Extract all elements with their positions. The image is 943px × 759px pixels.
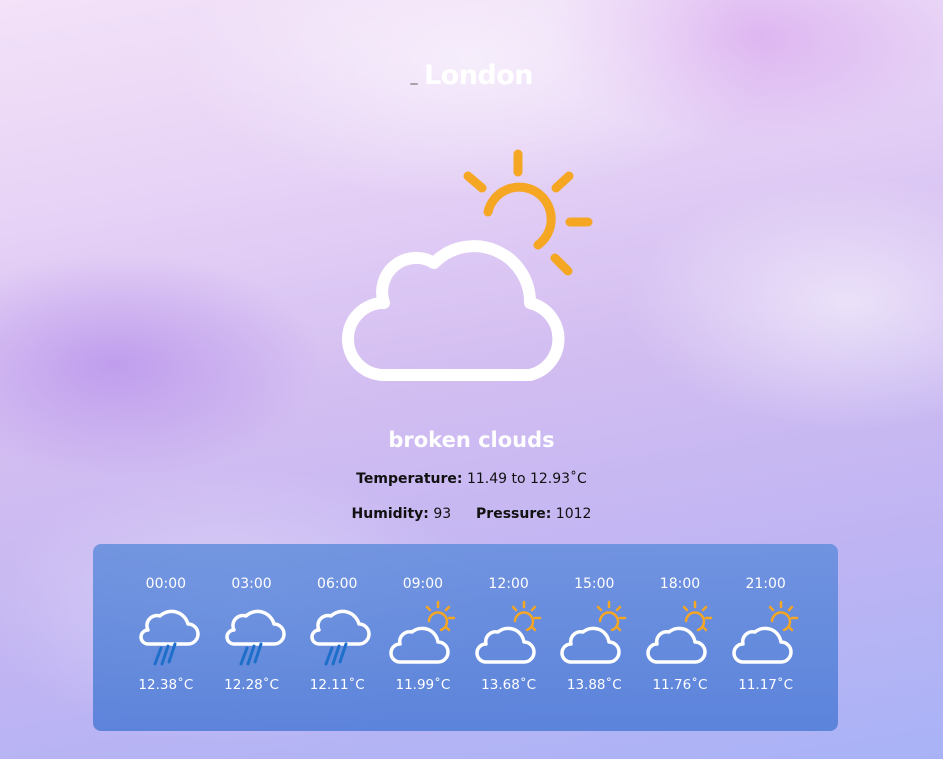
rain-icon	[310, 609, 371, 666]
forecast-panel: 00:00 12.38˚C 03:00 12.28˚C 06:00 12.11˚…	[93, 544, 838, 731]
partly-cloudy-day-icon	[342, 149, 593, 381]
partly-cloudy-icon	[731, 600, 798, 664]
forecast-temp: 12.11˚C	[309, 677, 365, 693]
forecast-temp: 11.17˚C	[738, 677, 794, 693]
city-header: London	[0, 60, 943, 91]
humidity-pressure-line: Humidity: 93 Pressure: 1012	[0, 506, 943, 522]
forecast-time: 09:00	[402, 576, 444, 592]
forecast-time: 00:00	[145, 576, 187, 592]
location-marker-icon	[409, 83, 418, 85]
pressure-label: Pressure:	[476, 506, 552, 522]
humidity-label: Humidity:	[351, 506, 429, 522]
forecast-temp: 13.88˚C	[566, 677, 622, 693]
forecast-time: 12:00	[488, 576, 529, 592]
forecast-temp: 12.38˚C	[138, 677, 194, 693]
partly-cloudy-icon	[389, 600, 456, 664]
forecast-time: 03:00	[231, 576, 272, 592]
forecast-temp: 13.68˚C	[481, 677, 536, 693]
forecast-time: 06:00	[317, 576, 358, 592]
forecast-item: 09:00 11.99˚C	[380, 574, 466, 694]
forecast-time: 21:00	[745, 576, 786, 592]
forecast-item: 12:00 13.68˚C	[466, 574, 552, 694]
forecast-item: 00:00 12.38˚C	[123, 574, 209, 694]
forecast-temp: 12.28˚C	[224, 677, 279, 693]
temperature-value: 11.49 to 12.93˚C	[466, 471, 587, 487]
forecast-temp: 11.76˚C	[652, 677, 708, 693]
forecast-item: 06:00 12.11˚C	[294, 574, 380, 694]
forecast-item: 21:00 11.17˚C	[723, 574, 809, 694]
partly-cloudy-icon	[560, 600, 627, 664]
forecast-time: 18:00	[659, 576, 701, 592]
temperature-label: Temperature:	[356, 471, 463, 487]
forecast-temp: 11.99˚C	[395, 677, 451, 693]
city-name: London	[423, 60, 534, 91]
rain-icon	[224, 609, 286, 666]
weather-description: broken clouds	[388, 428, 555, 452]
forecast-item: 15:00 13.88˚C	[551, 574, 637, 694]
forecast-list: 00:00 12.38˚C 03:00 12.28˚C 06:00 12.11˚…	[123, 574, 809, 694]
forecast-item: 18:00 11.76˚C	[637, 574, 723, 694]
temperature-line: Temperature: 11.49 to 12.93˚C	[0, 471, 943, 487]
forecast-item: 03:00 12.28˚C	[209, 574, 295, 694]
forecast-time: 15:00	[574, 576, 615, 592]
humidity-value: 93	[433, 506, 452, 522]
partly-cloudy-icon	[646, 600, 713, 664]
partly-cloudy-icon	[474, 600, 541, 664]
rain-icon	[139, 609, 200, 666]
pressure-value: 1012	[555, 506, 592, 522]
